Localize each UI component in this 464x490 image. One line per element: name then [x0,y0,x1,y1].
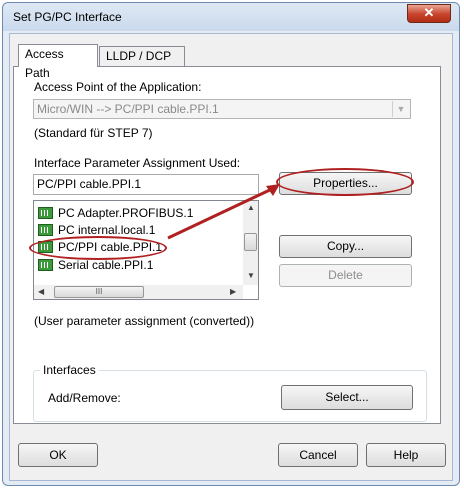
tab-access-path[interactable]: Access Path [18,44,98,80]
annotation-arrow-icon [167,184,280,240]
